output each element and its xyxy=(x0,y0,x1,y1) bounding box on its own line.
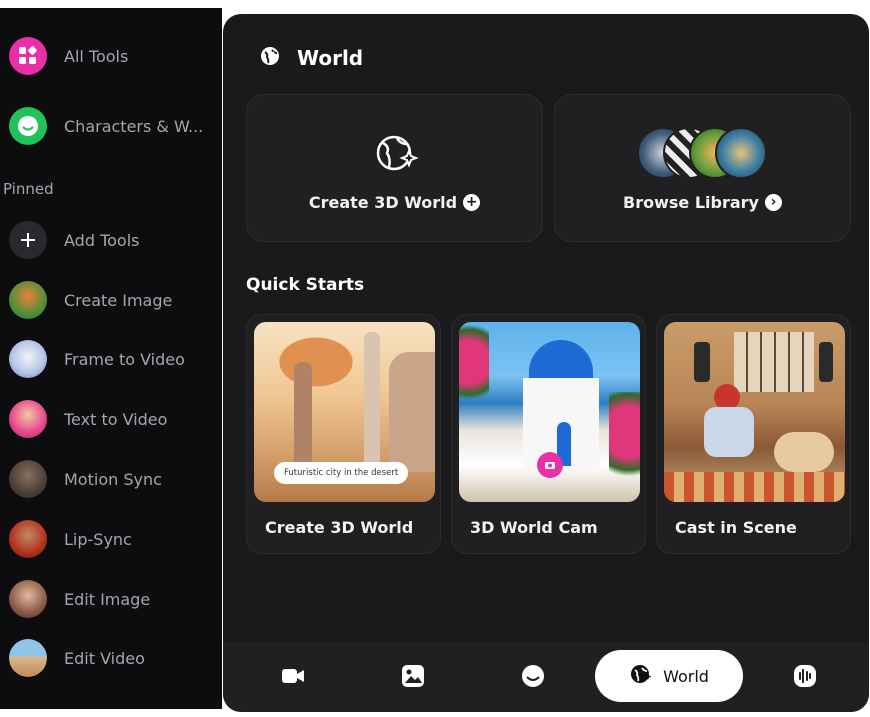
futuristic-city-image: Futuristic city in the desert xyxy=(254,322,435,502)
quick-start-create-3d-world[interactable]: Futuristic city in the desert Create 3D … xyxy=(246,314,441,554)
create-image-thumb xyxy=(9,281,47,319)
sidebar-item-all-tools[interactable]: All Tools xyxy=(0,31,222,81)
sidebar-item-add-tools[interactable]: Add Tools xyxy=(0,215,222,265)
browse-library-text: Browse Library xyxy=(623,193,759,212)
audio-icon xyxy=(793,664,817,692)
create-3d-world-text: Create 3D World xyxy=(308,193,458,212)
retro-room-image xyxy=(664,322,845,502)
sidebar-item-label: Lip-Sync xyxy=(64,529,132,549)
globe-sparkle-icon xyxy=(259,44,283,72)
lip-sync-thumb xyxy=(9,520,47,558)
browse-library-label: Browse Library › xyxy=(555,193,850,212)
sidebar-item-label: Edit Video xyxy=(64,648,145,668)
sidebar-item-edit-image[interactable]: Edit Image xyxy=(0,574,222,624)
bottom-nav: World xyxy=(223,642,869,712)
text-to-video-thumb xyxy=(9,400,47,438)
sidebar-item-label: Text to Video xyxy=(64,409,168,429)
sidebar-item-label: All Tools xyxy=(64,46,129,66)
character-icon xyxy=(521,664,545,692)
plus-circle-icon: + xyxy=(463,194,481,211)
quick-start-cast-in-scene[interactable]: Cast in Scene xyxy=(656,314,851,554)
smiley-icon xyxy=(9,107,47,145)
sidebar-item-label: Create Image xyxy=(64,290,173,310)
sidebar: All Tools Characters & W... Pinned Add T… xyxy=(0,8,222,709)
sidebar-item-lip-sync[interactable]: Lip-Sync xyxy=(0,514,222,564)
quick-starts-heading: Quick Starts xyxy=(246,275,365,295)
sidebar-item-label: Edit Image xyxy=(64,589,151,609)
tab-character[interactable] xyxy=(507,652,559,704)
tab-image[interactable] xyxy=(387,652,439,704)
panel-header: World xyxy=(259,44,363,72)
santorini-image xyxy=(459,322,640,502)
edit-video-thumb xyxy=(9,639,47,677)
plus-icon xyxy=(9,221,47,259)
sidebar-item-label: Frame to Video xyxy=(64,349,185,369)
frame-to-video-thumb xyxy=(9,340,47,378)
video-camera-icon xyxy=(281,666,305,690)
library-thumbnails xyxy=(637,125,769,179)
motion-sync-thumb xyxy=(9,460,47,498)
sidebar-item-motion-sync[interactable]: Motion Sync xyxy=(0,454,222,504)
quick-start-label: 3D World Cam xyxy=(470,518,598,537)
sidebar-item-create-image[interactable]: Create Image xyxy=(0,275,222,325)
create-3d-world-card[interactable]: Create 3D World + xyxy=(246,94,543,242)
quick-start-3d-world-cam[interactable]: 3D World Cam xyxy=(451,314,646,554)
image-icon xyxy=(401,664,425,692)
globe-sparkle-icon xyxy=(373,129,419,179)
tab-world-label: World xyxy=(663,666,709,686)
sidebar-item-label: Add Tools xyxy=(64,230,140,250)
sidebar-item-label: Motion Sync xyxy=(64,469,162,489)
tab-video[interactable] xyxy=(267,652,319,704)
grid-icon xyxy=(9,37,47,75)
sidebar-item-characters[interactable]: Characters & W... xyxy=(0,101,222,151)
sidebar-item-label: Characters & W... xyxy=(64,116,204,136)
sidebar-item-text-to-video[interactable]: Text to Video xyxy=(0,394,222,444)
tab-audio[interactable] xyxy=(779,652,831,704)
globe-sparkle-icon xyxy=(629,662,653,690)
prompt-caption: Futuristic city in the desert xyxy=(274,462,409,484)
sidebar-item-edit-video[interactable]: Edit Video xyxy=(0,633,222,683)
page-title: World xyxy=(297,46,364,70)
world-panel: World Create 3D World + Browse Library ›… xyxy=(223,14,869,712)
quick-start-label: Create 3D World xyxy=(265,518,414,537)
sidebar-item-frame-to-video[interactable]: Frame to Video xyxy=(0,334,222,384)
edit-image-thumb xyxy=(9,580,47,618)
quick-start-label: Cast in Scene xyxy=(675,518,797,537)
create-3d-world-label: Create 3D World + xyxy=(247,193,542,212)
camera-icon xyxy=(537,452,563,478)
browse-library-card[interactable]: Browse Library › xyxy=(554,94,851,242)
pinned-heading: Pinned xyxy=(3,180,54,198)
chevron-right-circle-icon: › xyxy=(764,194,782,211)
tab-world[interactable]: World xyxy=(595,650,743,702)
